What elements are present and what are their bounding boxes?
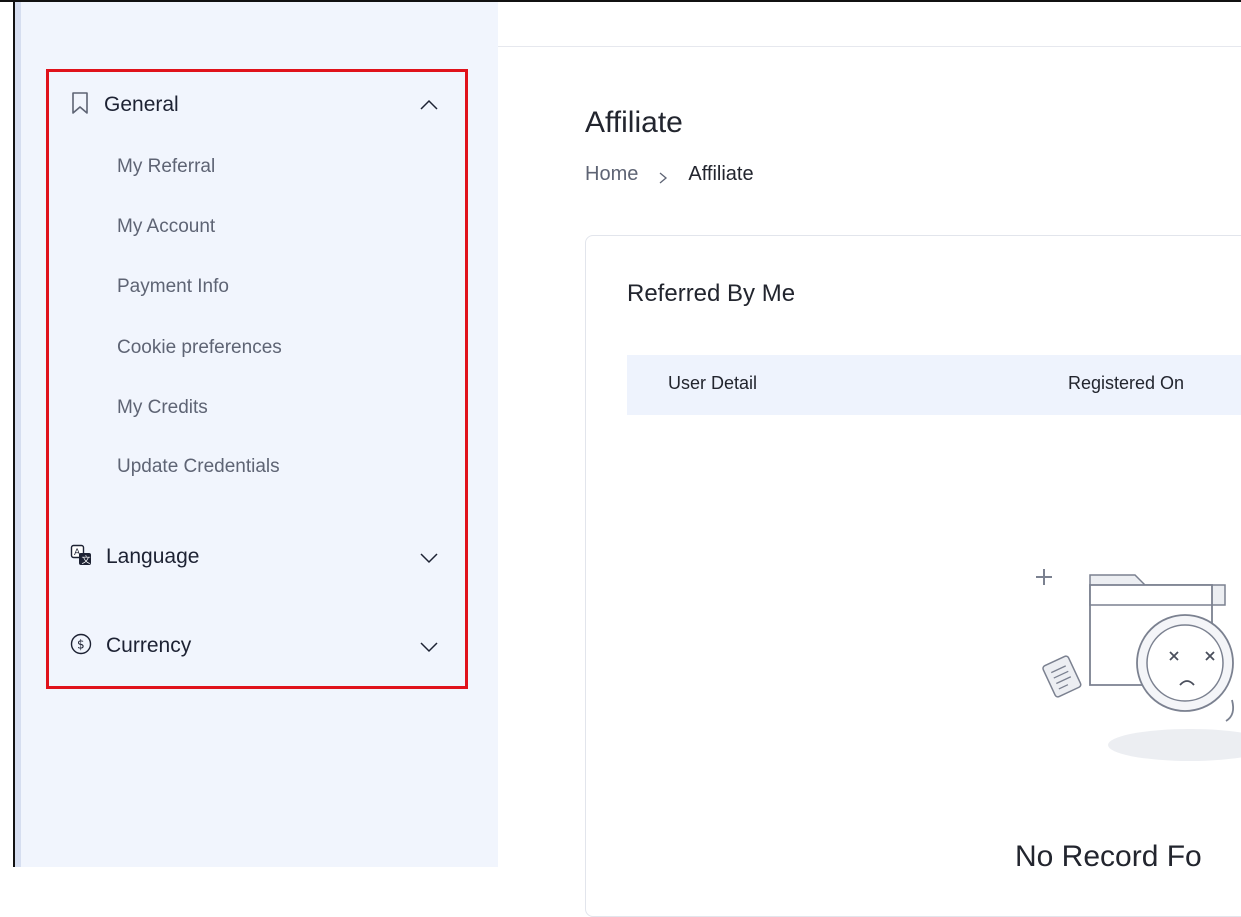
section-language-label: Language [106,545,200,568]
section-general[interactable]: General [70,90,440,120]
svg-text:$: $ [77,637,85,651]
column-header-registered-on: Registered On [1068,373,1185,393]
page-title: Affiliate [585,106,683,139]
section-general-label: General [104,93,179,116]
section-currency-label: Currency [106,634,192,657]
empty-state-text: No Record Fo [1015,840,1202,873]
sidebar-item-my-credits[interactable]: My Credits [117,397,208,419]
sidebar-item-payment-info[interactable]: Payment Info [117,276,229,298]
dollar-icon: $ [70,633,92,660]
breadcrumb: Home Affiliate [585,163,754,186]
chevron-right-icon [656,168,670,183]
sidebar-item-my-referral[interactable]: My Referral [117,156,215,178]
bookmark-icon [70,91,90,120]
column-header-user-detail: User Detail [668,373,758,393]
sidebar-item-cookie-preferences[interactable]: Cookie preferences [117,337,282,359]
breadcrumb-home[interactable]: Home [585,163,638,186]
sidebar-scrollbar[interactable] [15,2,21,867]
header-divider [498,46,1241,47]
chevron-down-icon[interactable] [418,635,440,657]
translate-icon: A 文 [70,544,92,571]
chevron-up-icon[interactable] [418,94,440,116]
chevron-down-icon[interactable] [418,546,440,568]
card-title: Referred By Me [627,280,796,307]
empty-state-illustration-icon [1020,555,1241,775]
highlight-box [46,69,468,689]
section-language[interactable]: A 文 Language [70,542,440,572]
section-currency[interactable]: $ Currency [70,631,440,661]
sidebar-item-my-account[interactable]: My Account [117,216,215,238]
breadcrumb-current: Affiliate [688,163,754,185]
sidebar-item-update-credentials[interactable]: Update Credentials [117,456,280,478]
svg-text:文: 文 [82,554,91,566]
